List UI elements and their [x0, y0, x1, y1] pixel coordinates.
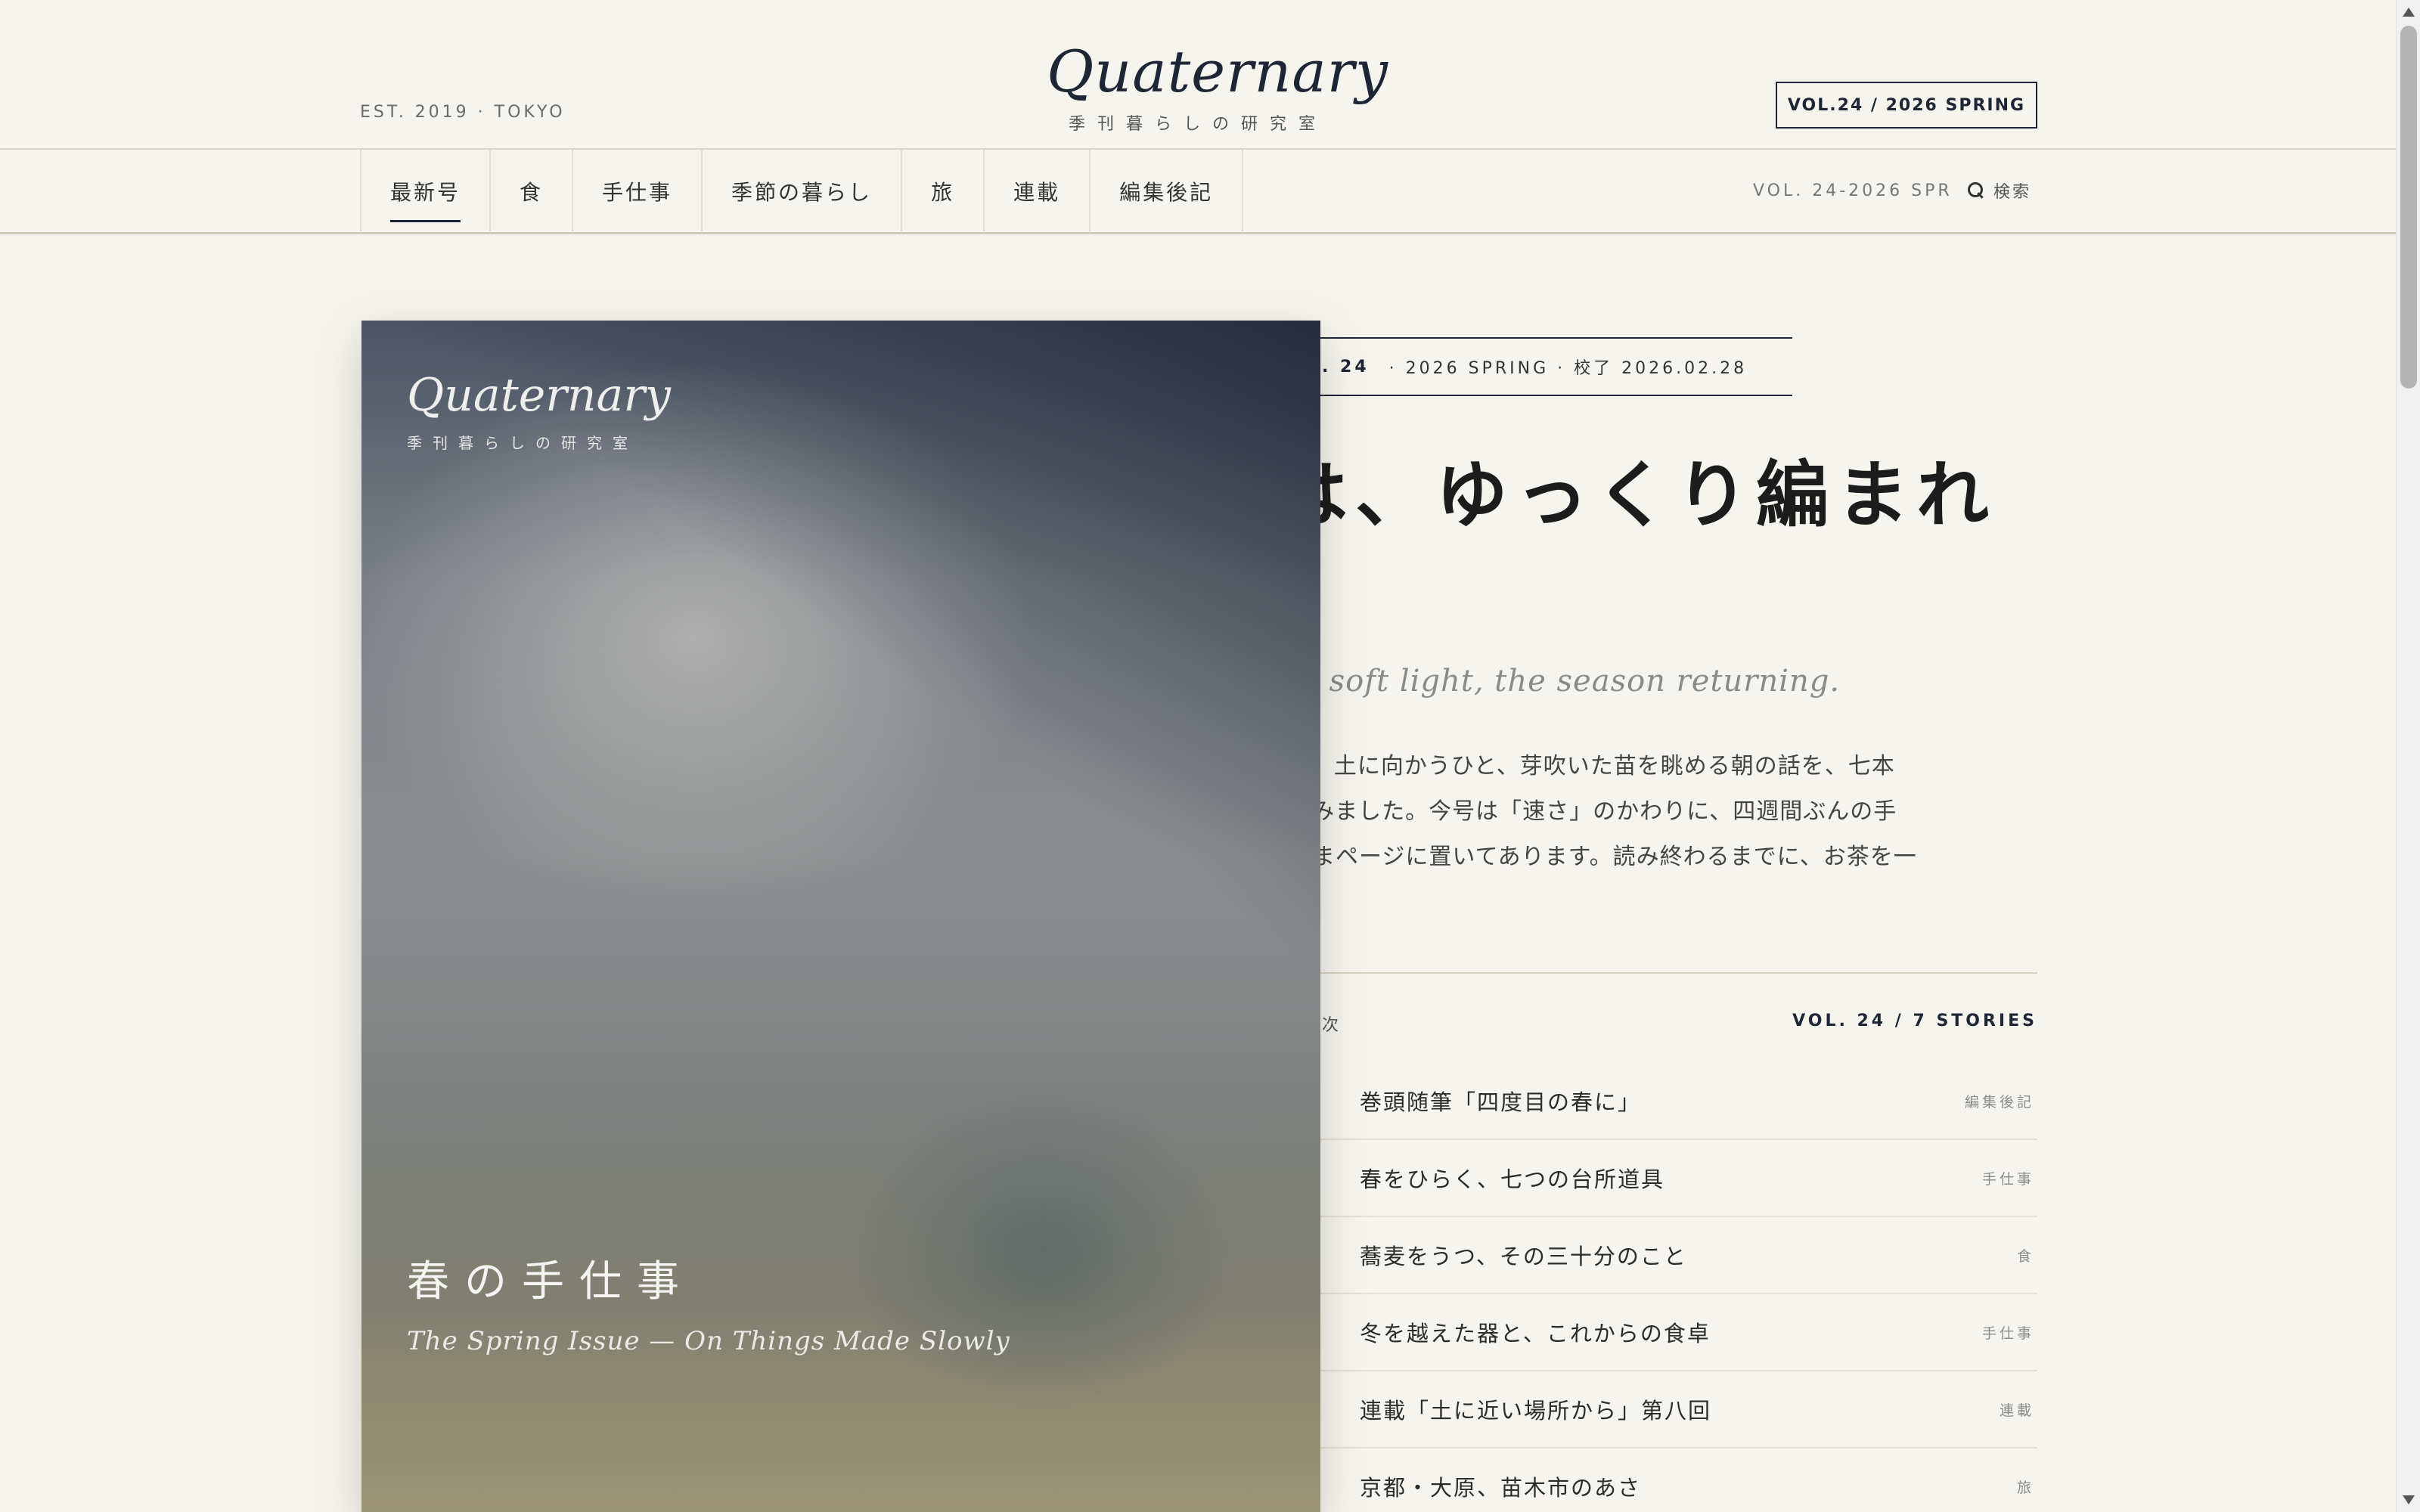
- issue-meta-line: L. 24 · 2026 SPRING · 校了 2026.02.28: [1286, 337, 1792, 396]
- toc-category: 手仕事: [1981, 1170, 2034, 1188]
- toc-row[interactable]: 01 巻頭随筆「四度目の春に」 編集後記: [1270, 1063, 2037, 1140]
- toc-title[interactable]: 蕎麦をうつ、その三十分のこと: [1360, 1239, 1687, 1271]
- toc-row[interactable]: 06 京都・大原、苗木市のあさ 旅: [1270, 1448, 2037, 1512]
- toc-title[interactable]: 冬を越えた器と、これからの食卓: [1360, 1316, 1711, 1348]
- nav-items: 最新号 食 手仕事 季節の暮らし 旅 連載 編集後記: [360, 150, 1244, 233]
- volume-badge-button[interactable]: VOL.24 / 2026 SPRING: [1776, 82, 2037, 129]
- masthead: EST. 2019 · TOKYO Quaternary 季刊暮らしの研究室 V…: [0, 0, 2396, 150]
- cover-subtitle: The Spring Issue — On Things Made Slowly: [407, 1326, 1010, 1356]
- toc-row[interactable]: 05 連載「土に近い場所から」第八回 連載: [1270, 1371, 2037, 1448]
- lead-line-1: を打つひと、土に向かうひと、芽吹いた苗を眺める朝の話を、七本: [1195, 753, 1895, 779]
- search-button[interactable]: 検索: [1966, 178, 2031, 203]
- search-label: 検索: [1993, 183, 2032, 202]
- lead-line-3: きをそのままページに置いてあります。読み終わるまでに、お茶を一: [1195, 844, 1917, 870]
- toc-title[interactable]: 連載「土に近い場所から」第八回: [1360, 1393, 1711, 1425]
- lead-line-2: 章にして編みました。今号は「速さ」のかわりに、四週間ぶんの手: [1195, 798, 1897, 825]
- toc-category: 食: [2016, 1247, 2034, 1265]
- site-logo-subtitle: 季刊暮らしの研究室: [1068, 115, 1327, 134]
- nav-item-food[interactable]: 食: [489, 150, 572, 233]
- toc-title[interactable]: 京都・大原、苗木市のあさ: [1360, 1470, 1641, 1502]
- toc-row[interactable]: 02 春をひらく、七つの台所道具 手仕事: [1270, 1140, 2037, 1217]
- nav-item-seasonal-living[interactable]: 季節の暮らし: [701, 150, 901, 233]
- toc-category: 編集後記: [1964, 1093, 2034, 1111]
- cover-title: 春の手仕事: [407, 1257, 694, 1306]
- nav-item-latest[interactable]: 最新号: [360, 150, 489, 233]
- search-icon: [1966, 181, 1986, 200]
- toc-header: の目次 VOL. 24 / 7 STORIES: [1270, 1012, 2037, 1036]
- nav-item-craft[interactable]: 手仕事: [572, 150, 701, 233]
- table-of-contents: 01 巻頭随筆「四度目の春に」 編集後記 02 春をひらく、七つの台所道具 手仕…: [1270, 1063, 2037, 1512]
- cover-logo: Quaternary: [407, 369, 671, 422]
- toc-title[interactable]: 春をひらく、七つの台所道具: [1360, 1162, 1665, 1194]
- toc-row[interactable]: 04 冬を越えた器と、これからの食卓 手仕事: [1270, 1294, 2037, 1371]
- issue-meta: · 2026 SPRING · 校了 2026.02.28: [1388, 359, 1748, 378]
- nav-item-series[interactable]: 連載: [983, 150, 1089, 233]
- toc-category: 連載: [1999, 1402, 2034, 1419]
- toc-story-count: VOL. 24 / 7 STORIES: [1792, 1012, 2037, 1030]
- scroll-up-arrow-icon[interactable]: [2403, 8, 2415, 17]
- scrollbar-thumb[interactable]: [2400, 26, 2417, 389]
- main-nav: 最新号 食 手仕事 季節の暮らし 旅 連載 編集後記 VOL. 24-2026 …: [0, 150, 2396, 234]
- est-label: EST. 2019 · TOKYO: [360, 103, 566, 122]
- toc-title[interactable]: 巻頭随筆「四度目の春に」: [1360, 1085, 1641, 1117]
- english-dek: w craft, soft light, the season returnin…: [1195, 664, 1841, 699]
- toc-category: 旅: [2016, 1479, 2034, 1496]
- lead-paragraph: を打つひと、土に向かうひと、芽吹いた苗を眺める朝の話を、七本 章にして編みました…: [1195, 744, 2037, 925]
- nav-item-editors-note[interactable]: 編集後記: [1089, 150, 1244, 233]
- toc-category: 手仕事: [1981, 1325, 2034, 1342]
- nav-volume-label: VOL. 24-2026 SPR: [1753, 181, 1953, 200]
- scroll-down-arrow-icon[interactable]: [2403, 1495, 2415, 1504]
- lead-line-4: うぞ。: [1195, 880, 2037, 925]
- page-scrollbar[interactable]: [2396, 0, 2420, 1512]
- headline: 春は、ゆっくり編まれ 。: [1195, 438, 2042, 665]
- nav-item-travel[interactable]: 旅: [901, 150, 983, 233]
- toc-divider: [1255, 972, 2037, 974]
- cover-image[interactable]: Quaternary 季刊暮らしの研究室 春の手仕事 The Spring Is…: [361, 321, 1320, 1512]
- headline-line-2: 。: [1195, 552, 2042, 665]
- cover-logo-subtitle: 季刊暮らしの研究室: [407, 434, 638, 452]
- headline-line-1: 春は、ゆっくり編まれ: [1195, 452, 1996, 538]
- site-logo[interactable]: Quaternary: [1047, 38, 1388, 105]
- toc-row[interactable]: 03 蕎麦をうつ、その三十分のこと 食: [1270, 1217, 2037, 1294]
